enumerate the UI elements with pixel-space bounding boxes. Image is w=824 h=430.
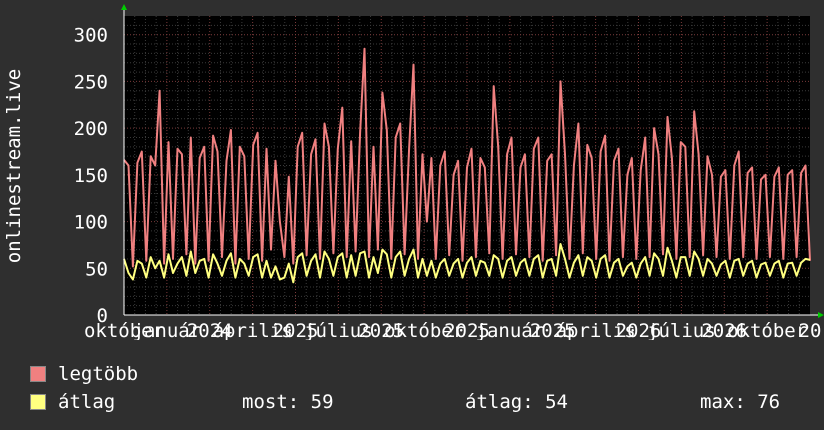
- legend-item-max: legtöbb: [30, 362, 810, 386]
- y-tick-label: 150: [74, 165, 108, 187]
- y-axis-arrow-icon: [121, 4, 127, 10]
- y-axis-label: onlinestream.live: [3, 69, 25, 263]
- legend-label-avg: átlag: [58, 391, 116, 413]
- stat-max-label: max:: [700, 391, 746, 413]
- y-tick-label: 100: [74, 212, 108, 234]
- stat-max: max: 76: [700, 390, 780, 414]
- stat-max-value: 76: [757, 391, 781, 413]
- legend-label-max: legtöbb: [58, 363, 139, 385]
- stat-avg-label: átlag:: [465, 391, 534, 413]
- legend-item-avg: átlag most: 59 átlag: 54 max: 76: [30, 390, 810, 414]
- legend-swatch-max: [30, 366, 46, 382]
- stat-avg: átlag: 54: [465, 390, 568, 414]
- x-tick-label: október: [727, 320, 807, 340]
- stat-avg-value: 54: [545, 391, 568, 413]
- stat-now-label: most:: [242, 391, 300, 413]
- stat-now-value: 59: [310, 391, 334, 413]
- legend-swatch-avg: [30, 394, 46, 410]
- y-tick-label: 200: [74, 118, 108, 140]
- y-tick-label: 250: [74, 71, 108, 93]
- x-axis-arrow-icon: [818, 312, 824, 318]
- y-tick-label: 300: [74, 25, 108, 47]
- stat-now: most: 59: [242, 390, 334, 414]
- x-tick-label: 20: [799, 320, 822, 340]
- y-tick-label: 50: [85, 258, 108, 280]
- chart-svg: 050100150200250300októberjanuár2024ápril…: [3, 4, 824, 340]
